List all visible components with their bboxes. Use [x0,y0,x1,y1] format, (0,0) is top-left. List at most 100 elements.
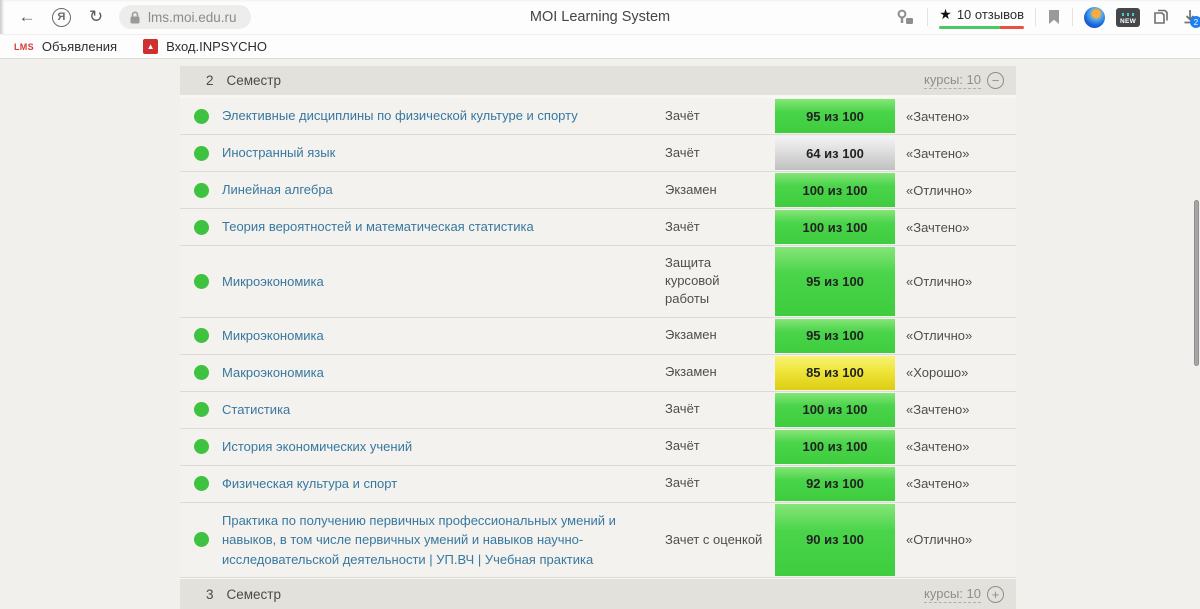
star-icon: ★ [939,6,952,23]
course-link[interactable]: Микроэкономика [222,272,324,292]
course-status-icon [194,532,209,547]
bookmark-label: Объявления [42,39,117,54]
score-cell: 85 из 100 [775,355,895,391]
reviews-rating[interactable]: ★ 10 отзывов [939,6,1024,29]
status-cell [180,355,222,391]
course-link[interactable]: Теория вероятностей и математическая ста… [222,217,534,237]
score-badge: 100 из 100 [775,173,895,207]
score-badge: 85 из 100 [775,356,895,390]
grade-text: «Зачтено» [895,392,1016,428]
assessment-type: Зачёт [665,98,775,134]
assessment-type: Зачёт [665,392,775,428]
lms-page-content: 2 Семестр курсы: 10 − Элективные дисципл… [0,59,1200,608]
password-manager-icon[interactable] [896,9,916,26]
assessment-type: Защита курсовой работы [665,246,775,317]
courses-count-label[interactable]: курсы: 10 [924,586,981,603]
lms-favicon: LMS [14,42,34,52]
course-link[interactable]: Иностранный язык [222,143,335,163]
downloads-icon[interactable]: 2 [1182,9,1198,25]
grade-text: «Отлично» [895,503,1016,578]
browser-extension-icon[interactable] [1084,7,1105,28]
status-cell [180,503,222,578]
semester-collapse-control[interactable]: курсы: 10 − [924,72,1004,89]
score-cell: 95 из 100 [775,318,895,354]
score-badge: 64 из 100 [775,136,895,170]
grade-text: «Хорошо» [895,355,1016,391]
lock-icon [129,11,141,24]
score-cell: 100 из 100 [775,209,895,245]
course-row: Иностранный язык Зачёт64 из 100«Зачтено» [180,135,1016,172]
course-row: МикроэкономикаЭкзамен95 из 100«Отлично» [180,318,1016,355]
course-row: Статистика Зачёт100 из 100«Зачтено» [180,392,1016,429]
course-row: Физическая культура и спортЗачёт92 из 10… [180,466,1016,503]
bookmark-icon[interactable] [1047,9,1061,25]
course-row: Элективные дисциплины по физической куль… [180,98,1016,135]
score-cell: 64 из 100 [775,135,895,171]
course-rows: Элективные дисциплины по физической куль… [180,98,1016,578]
status-cell [180,429,222,465]
score-cell: 100 из 100 [775,392,895,428]
address-bar[interactable]: lms.moi.edu.ru [119,5,251,29]
course-link[interactable]: Практика по получению первичных професси… [222,511,641,570]
course-link[interactable]: Статистика [222,400,290,420]
yandex-logo-icon[interactable]: Я [52,8,71,27]
course-link[interactable]: Физическая культура и спорт [222,474,397,494]
course-row: Теория вероятностей и математическая ста… [180,209,1016,246]
new-features-icon[interactable]: NEW [1116,8,1140,27]
course-link[interactable]: Микроэкономика [222,326,324,346]
inpsycho-favicon: ▲ [143,39,158,54]
semester-title: Семестр [227,587,282,602]
course-row: МакроэкономикаЭкзамен85 из 100«Хорошо» [180,355,1016,392]
status-cell [180,135,222,171]
assessment-type: Зачёт [665,135,775,171]
score-badge: 95 из 100 [775,319,895,353]
course-row: История экономических ученийЗачёт100 из … [180,429,1016,466]
score-cell: 100 из 100 [775,429,895,465]
status-cell [180,392,222,428]
toolbar-right-icons: ★ 10 отзывов NEW [896,6,1192,29]
course-status-icon [194,274,209,289]
semester-2-header: 2 Семестр курсы: 10 − [180,66,1016,98]
semester-grades-panel: 2 Семестр курсы: 10 − Элективные дисципл… [180,66,1016,609]
assessment-type: Зачёт [665,209,775,245]
status-cell [180,466,222,502]
semester-number: 2 [206,73,214,88]
downloads-count-badge: 2 [1190,16,1200,28]
refresh-icon[interactable]: ↻ [83,7,109,27]
toolbar-separator [927,8,928,26]
score-badge: 95 из 100 [775,99,895,133]
bookmark-item-inpsycho[interactable]: ▲ Вход.INPSYCHO [143,39,267,54]
courses-count-label[interactable]: курсы: 10 [924,72,981,89]
scrollbar-thumb[interactable] [1194,200,1199,366]
semester-expand-control[interactable]: курсы: 10 + [924,586,1004,603]
course-row: Микроэкономика Защита курсовой работы95 и… [180,246,1016,318]
grade-text: «Отлично» [895,172,1016,208]
collections-icon[interactable] [1151,9,1171,26]
status-cell [180,246,222,317]
status-cell [180,172,222,208]
score-badge: 90 из 100 [775,504,895,577]
grade-text: «Отлично» [895,246,1016,317]
score-badge: 100 из 100 [775,210,895,244]
score-badge: 95 из 100 [775,247,895,316]
collapse-minus-icon[interactable]: − [987,72,1004,89]
course-row: Практика по получению первичных професси… [180,503,1016,579]
grade-text: «Зачтено» [895,209,1016,245]
url-text: lms.moi.edu.ru [148,10,237,25]
expand-plus-icon[interactable]: + [987,586,1004,603]
status-cell [180,318,222,354]
score-cell: 100 из 100 [775,172,895,208]
course-status-icon [194,109,209,124]
bookmark-item-announcements[interactable]: LMS Объявления [14,39,117,54]
course-status-icon [194,220,209,235]
back-icon[interactable]: ← [14,7,40,27]
course-status-icon [194,328,209,343]
course-link[interactable]: Элективные дисциплины по физической куль… [222,106,578,126]
score-cell: 95 из 100 [775,98,895,134]
course-link[interactable]: История экономических учений [222,437,412,457]
course-link[interactable]: Макроэкономика [222,363,324,383]
grade-text: «Зачтено» [895,135,1016,171]
course-status-icon [194,146,209,161]
score-cell: 92 из 100 [775,466,895,502]
course-link[interactable]: Линейная алгебра [222,180,333,200]
